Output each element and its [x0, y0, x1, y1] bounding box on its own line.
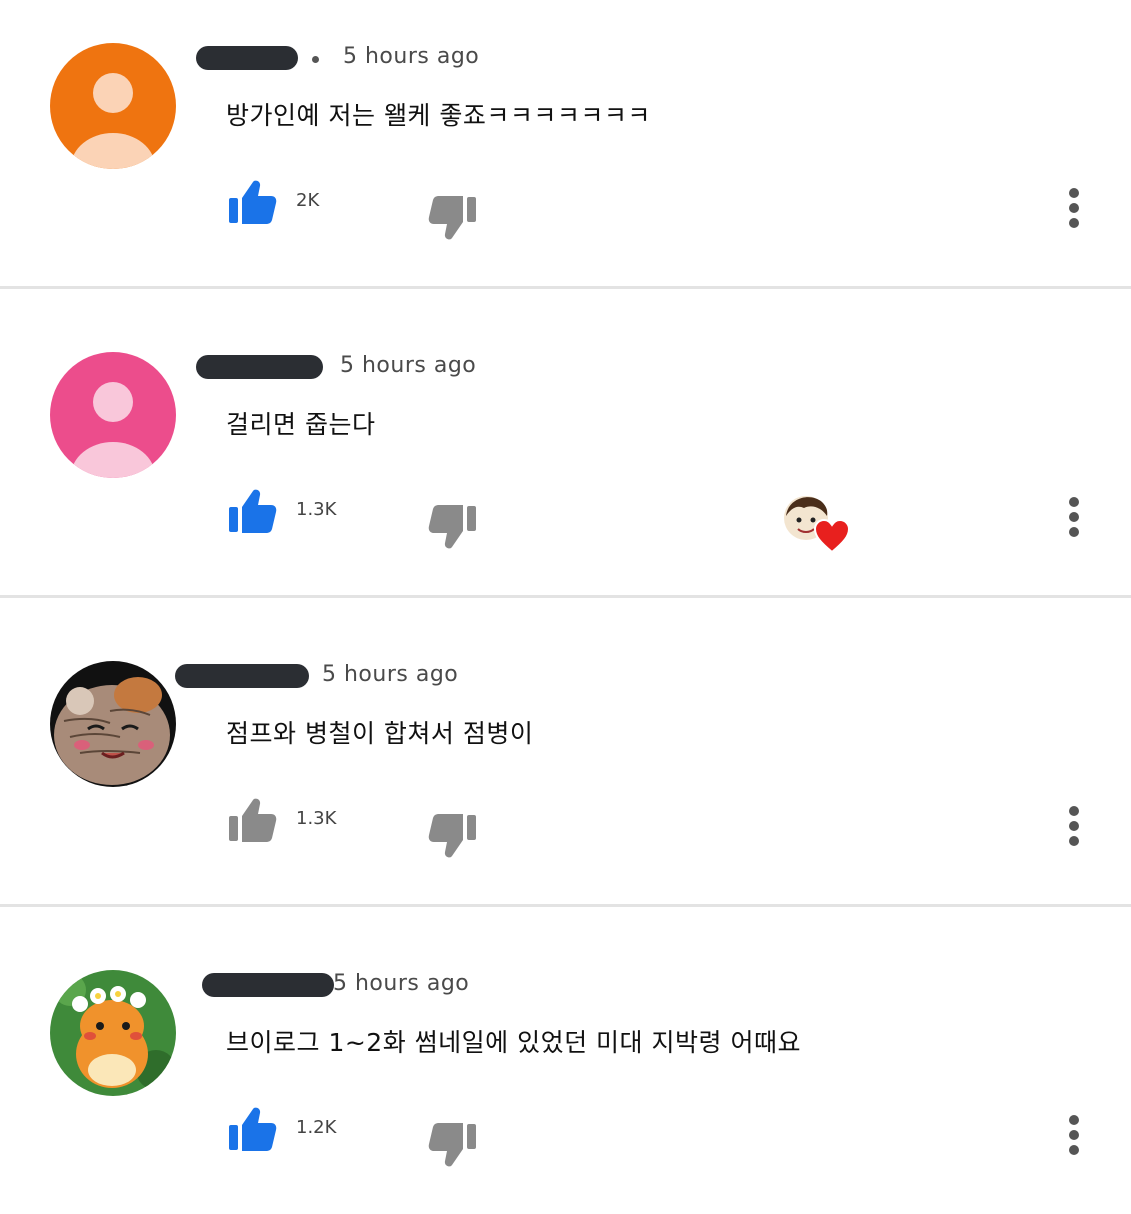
comment-item: 5 hours ago 걸리면 줍는다 1.3K — [0, 309, 1131, 596]
divider — [0, 595, 1131, 598]
comment-text: 점프와 병철이 합쳐서 점병이 — [226, 719, 534, 748]
more-vert-icon — [1064, 806, 1084, 846]
comment-item: 5 hours ago 점프와 병철이 합쳐서 점병이 1.3K — [0, 618, 1131, 905]
comment-text: 걸리면 줍는다 — [226, 410, 376, 439]
dislike-button[interactable] — [428, 1121, 478, 1169]
like-button[interactable] — [227, 178, 277, 226]
like-count: 1.3K — [296, 808, 337, 829]
comment-timestamp: 5 hours ago — [343, 44, 480, 69]
thumbs-down-icon — [428, 196, 476, 240]
divider — [0, 286, 1131, 289]
like-count: 1.3K — [296, 499, 337, 520]
like-count: 2K — [296, 190, 320, 211]
avatar[interactable] — [50, 970, 176, 1096]
separator-dot — [312, 56, 319, 63]
more-vert-icon — [1064, 188, 1084, 228]
like-count: 1.2K — [296, 1117, 337, 1138]
heart-icon — [813, 518, 851, 554]
more-options-button[interactable] — [1064, 188, 1084, 232]
creator-heart-badge — [782, 492, 851, 554]
like-button[interactable] — [227, 1105, 277, 1153]
like-button[interactable] — [227, 487, 277, 535]
thumbs-down-icon — [428, 505, 476, 549]
more-vert-icon — [1064, 497, 1084, 537]
thumbs-up-icon — [229, 798, 277, 842]
comment-item: 5 hours ago 방가인예 저는 왤케 좋죠ㅋㅋㅋㅋㅋㅋㅋ 2K — [0, 0, 1131, 287]
more-options-button[interactable] — [1064, 806, 1084, 850]
thumbs-up-icon — [229, 180, 277, 224]
comment-text: 브이로그 1~2화 썸네일에 있었던 미대 지박령 어때요 — [226, 1028, 801, 1057]
comment-text: 방가인예 저는 왤케 좋죠ㅋㅋㅋㅋㅋㅋㅋ — [226, 101, 651, 130]
redacted-username[interactable] — [196, 355, 323, 379]
thumbs-down-icon — [428, 814, 476, 858]
more-options-button[interactable] — [1064, 1115, 1084, 1159]
redacted-username[interactable] — [202, 973, 334, 997]
more-vert-icon — [1064, 1115, 1084, 1155]
thumbs-down-icon — [428, 1123, 476, 1167]
avatar[interactable] — [50, 352, 176, 478]
dislike-button[interactable] — [428, 503, 478, 551]
like-button[interactable] — [227, 796, 277, 844]
thumbs-up-icon — [229, 489, 277, 533]
avatar[interactable] — [50, 43, 176, 169]
comment-item: 5 hours ago 브이로그 1~2화 썸네일에 있었던 미대 지박령 어때… — [0, 927, 1131, 1214]
dislike-button[interactable] — [428, 812, 478, 860]
comment-timestamp: 5 hours ago — [340, 353, 477, 378]
comment-timestamp: 5 hours ago — [333, 971, 470, 996]
redacted-username[interactable] — [175, 664, 309, 688]
thumbs-up-icon — [229, 1107, 277, 1151]
more-options-button[interactable] — [1064, 497, 1084, 541]
divider — [0, 904, 1131, 907]
dislike-button[interactable] — [428, 194, 478, 242]
avatar[interactable] — [50, 661, 176, 787]
redacted-username[interactable] — [196, 46, 298, 70]
comment-timestamp: 5 hours ago — [322, 662, 459, 687]
